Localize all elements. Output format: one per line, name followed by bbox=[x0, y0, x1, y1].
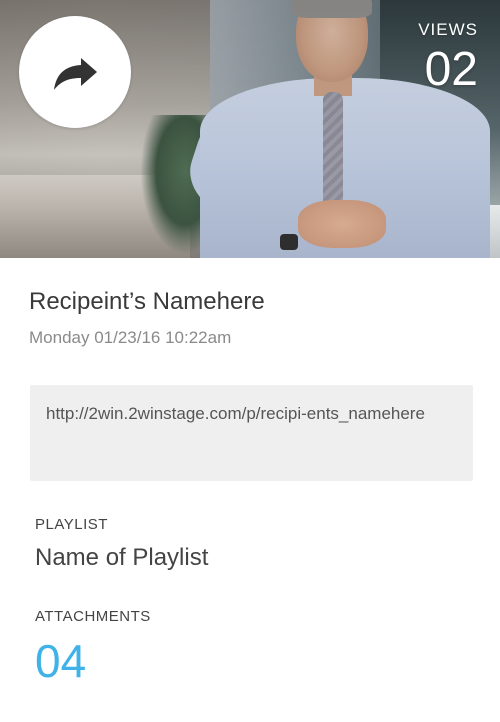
share-button[interactable] bbox=[19, 16, 131, 128]
share-url[interactable]: http://2win.2winstage.com/p/recipi-ents_… bbox=[30, 385, 473, 481]
hero-photo: VIEWS 02 bbox=[0, 0, 500, 258]
sent-datetime: Monday 01/23/16 10:22am bbox=[29, 328, 232, 347]
views-count: 02 bbox=[424, 43, 478, 96]
playlist-name[interactable]: Name of Playlist bbox=[35, 544, 208, 572]
attachments-count[interactable]: 04 bbox=[35, 638, 86, 684]
playlist-label: PLAYLIST bbox=[35, 516, 108, 533]
recipient-card: VIEWS 02 Recipeint’s Namehere Monday 01/… bbox=[0, 0, 500, 722]
views-block: VIEWS 02 bbox=[418, 20, 478, 94]
recipient-name: Recipeint’s Namehere bbox=[29, 288, 265, 315]
attachments-label: ATTACHMENTS bbox=[35, 608, 151, 625]
share-arrow-icon bbox=[54, 58, 97, 90]
views-label: VIEWS bbox=[418, 20, 478, 39]
